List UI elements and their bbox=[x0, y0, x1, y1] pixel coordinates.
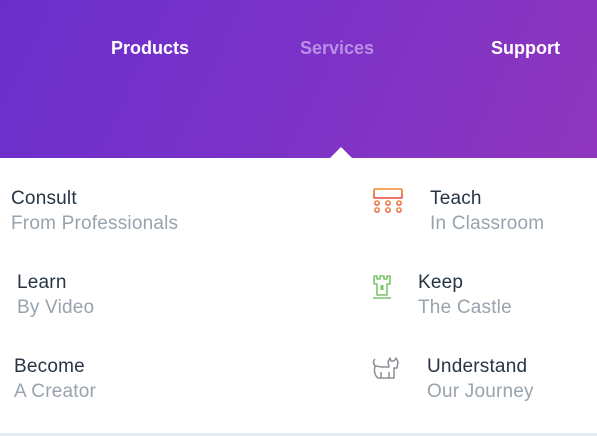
top-navigation-bar: Products Services Support bbox=[0, 0, 597, 158]
menu-item-title: Teach bbox=[430, 188, 482, 209]
menu-item-title: Understand bbox=[427, 356, 528, 377]
menu-item-title: Learn bbox=[17, 272, 67, 293]
cat-icon bbox=[372, 356, 402, 387]
nav-services[interactable]: Services bbox=[300, 38, 374, 59]
services-dropdown-menu: Consult From Professionals Learn By Vide… bbox=[0, 158, 597, 436]
menu-item-subtitle: Our Journey bbox=[427, 381, 534, 402]
menu-item-subtitle: A Creator bbox=[14, 381, 97, 402]
menu-item-title: Keep bbox=[418, 272, 464, 293]
menu-item-learn[interactable]: Learn By Video bbox=[17, 272, 94, 319]
castle-icon bbox=[372, 274, 392, 305]
classroom-icon bbox=[372, 188, 404, 219]
menu-item-subtitle: The Castle bbox=[418, 297, 512, 318]
menu-item-teach[interactable]: Teach In Classroom bbox=[372, 188, 572, 238]
menu-item-keep[interactable]: Keep The Castle bbox=[372, 272, 572, 322]
menu-item-become[interactable]: Become A Creator bbox=[14, 356, 96, 403]
nav-support[interactable]: Support bbox=[491, 38, 560, 59]
menu-item-understand[interactable]: Understand Our Journey bbox=[372, 356, 572, 406]
menu-item-title: Consult bbox=[11, 188, 77, 209]
menu-item-title: Become bbox=[14, 356, 85, 377]
menu-item-consult[interactable]: Consult From Professionals bbox=[11, 188, 178, 235]
nav-products[interactable]: Products bbox=[111, 38, 189, 59]
menu-item-subtitle: In Classroom bbox=[430, 213, 545, 234]
menu-item-subtitle: From Professionals bbox=[11, 213, 179, 234]
menu-item-subtitle: By Video bbox=[17, 297, 95, 318]
